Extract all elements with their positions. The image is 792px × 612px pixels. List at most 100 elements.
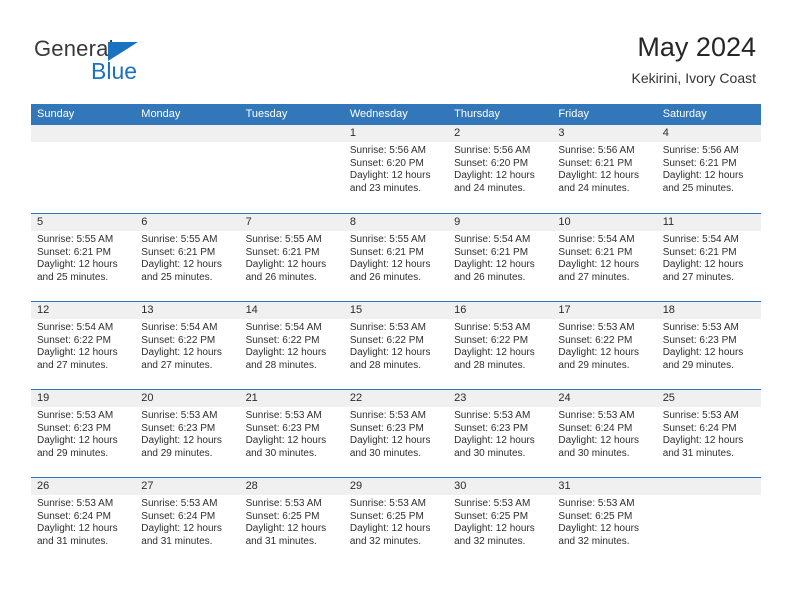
day-number: 22 <box>343 390 449 407</box>
calendar-day-cell[interactable]: 1 Sunrise: 5:56 AM Sunset: 6:20 PM Daylight… <box>343 125 449 213</box>
day-detail-line: Sunrise: 5:55 AM <box>141 234 218 245</box>
day-detail-line: and 29 minutes. <box>558 359 630 371</box>
day-detail-line: Sunset: 6:23 PM <box>349 422 424 434</box>
calendar-day-cell[interactable]: 15 Sunrise: 5:53 AM Sunset: 6:22 PM Dayligh… <box>343 302 449 389</box>
calendar-day-cell[interactable]: 13 Sunrise: 5:54 AM Sunset: 6:22 PM Dayligh… <box>135 302 240 389</box>
day-number <box>239 125 344 142</box>
day-number: 21 <box>239 390 344 407</box>
calendar-day-cell[interactable]: 18 Sunrise: 5:53 AM Sunset: 6:23 PM Dayligh… <box>656 302 761 389</box>
calendar-day-cell[interactable]: 30 Sunrise: 5:53 AM Sunset: 6:25 PM Dayligh… <box>448 478 553 565</box>
calendar-day-cell[interactable]: 17 Sunrise: 5:53 AM Sunset: 6:22 PM Dayligh… <box>552 302 657 389</box>
general-blue-logo[interactable]: General Blue <box>34 36 214 88</box>
day-detail-line: Daylight: 12 hours <box>37 435 118 447</box>
day-number: 15 <box>343 302 449 319</box>
calendar-day-cell[interactable]: 9 Sunrise: 5:54 AM Sunset: 6:21 PM Daylight… <box>448 214 553 301</box>
page-header: General Blue May 2024 Kekirini, Ivory Co… <box>0 0 792 100</box>
day-detail-line: Sunrise: 5:53 AM <box>349 498 426 509</box>
calendar-day-cell[interactable]: 25 Sunrise: 5:53 AM Sunset: 6:24 PM Dayligh… <box>656 390 761 477</box>
day-detail-line: Sunset: 6:21 PM <box>349 246 424 258</box>
calendar-day-cell[interactable]: 11 Sunrise: 5:54 AM Sunset: 6:21 PM Dayligh… <box>656 214 761 301</box>
day-detail-line: Sunset: 6:22 PM <box>558 334 633 346</box>
day-detail-line: Daylight: 12 hours <box>349 259 431 271</box>
day-details: Sunrise: 5:53 AM Sunset: 6:23 PM Daylight:… <box>448 407 552 460</box>
day-details: Sunrise: 5:55 AM Sunset: 6:21 PM Daylight:… <box>135 231 239 284</box>
day-detail-line: and 27 minutes. <box>662 271 734 283</box>
day-detail-line: and 32 minutes. <box>454 535 526 547</box>
day-number: 25 <box>656 390 761 407</box>
day-number: 19 <box>31 390 136 407</box>
calendar-day-cell[interactable]: 10 Sunrise: 5:54 AM Sunset: 6:21 PM Dayligh… <box>552 214 657 301</box>
calendar-day-cell[interactable]: 6 Sunrise: 5:55 AM Sunset: 6:21 PM Daylight… <box>135 214 240 301</box>
calendar-day-cell-empty <box>31 125 136 213</box>
day-detail-line: Sunrise: 5:53 AM <box>558 322 635 333</box>
day-detail-line: Sunrise: 5:53 AM <box>662 322 739 333</box>
calendar-day-cell[interactable]: 4 Sunrise: 5:56 AM Sunset: 6:21 PM Daylight… <box>656 125 761 213</box>
calendar-day-cell[interactable]: 29 Sunrise: 5:53 AM Sunset: 6:25 PM Dayligh… <box>343 478 449 565</box>
day-detail-line: Sunset: 6:21 PM <box>37 246 111 258</box>
calendar-day-cell[interactable]: 28 Sunrise: 5:53 AM Sunset: 6:25 PM Dayligh… <box>239 478 344 565</box>
day-detail-line: and 25 minutes. <box>37 271 109 283</box>
day-detail-line: and 30 minutes. <box>558 447 630 459</box>
day-number: 18 <box>656 302 761 319</box>
day-detail-line: Sunset: 6:24 PM <box>37 510 111 522</box>
day-detail-line: and 31 minutes. <box>141 535 213 547</box>
day-detail-line: Daylight: 12 hours <box>454 435 535 447</box>
calendar-day-cell[interactable]: 19 Sunrise: 5:53 AM Sunset: 6:23 PM Dayligh… <box>31 390 136 477</box>
calendar-day-cell[interactable]: 2 Sunrise: 5:56 AM Sunset: 6:20 PM Daylight… <box>448 125 553 213</box>
calendar-day-cell[interactable]: 12 Sunrise: 5:54 AM Sunset: 6:22 PM Dayligh… <box>31 302 136 389</box>
calendar-day-cell[interactable]: 16 Sunrise: 5:53 AM Sunset: 6:22 PM Dayligh… <box>448 302 553 389</box>
calendar-day-cell[interactable]: 5 Sunrise: 5:55 AM Sunset: 6:21 PM Daylight… <box>31 214 136 301</box>
day-detail-line: Sunrise: 5:53 AM <box>141 410 218 421</box>
calendar-day-cell[interactable]: 26 Sunrise: 5:53 AM Sunset: 6:24 PM Dayligh… <box>31 478 136 565</box>
calendar-day-cell[interactable]: 20 Sunrise: 5:53 AM Sunset: 6:23 PM Dayligh… <box>135 390 240 477</box>
day-detail-line: Sunset: 6:20 PM <box>454 157 529 169</box>
day-of-week-wednesday: Wednesday <box>349 108 408 120</box>
calendar-day-cell[interactable]: 22 Sunrise: 5:53 AM Sunset: 6:23 PM Dayligh… <box>343 390 449 477</box>
day-number: 27 <box>135 478 240 495</box>
day-number: 28 <box>239 478 344 495</box>
day-detail-line: Daylight: 12 hours <box>454 347 535 359</box>
logo-text-blue: Blue <box>91 58 138 84</box>
calendar-day-cell[interactable]: 31 Sunrise: 5:53 AM Sunset: 6:25 PM Dayligh… <box>552 478 657 565</box>
calendar-day-cell[interactable]: 7 Sunrise: 5:55 AM Sunset: 6:21 PM Daylight… <box>239 214 344 301</box>
day-number: 7 <box>239 214 344 231</box>
day-detail-line: and 32 minutes. <box>349 535 422 547</box>
calendar-week-row: 26 Sunrise: 5:53 AM Sunset: 6:24 PM Dayligh… <box>31 477 761 565</box>
day-detail-line: Daylight: 12 hours <box>558 435 640 447</box>
day-detail-line: Sunrise: 5:55 AM <box>37 234 114 245</box>
day-detail-line: Daylight: 12 hours <box>558 523 640 535</box>
day-detail-line: Daylight: 12 hours <box>662 435 744 447</box>
day-details: Sunrise: 5:53 AM Sunset: 6:25 PM Daylight:… <box>344 495 448 548</box>
day-details: Sunrise: 5:56 AM Sunset: 6:20 PM Daylight:… <box>448 142 552 195</box>
day-detail-line: Daylight: 12 hours <box>349 347 431 359</box>
calendar-day-cell[interactable]: 23 Sunrise: 5:53 AM Sunset: 6:23 PM Dayligh… <box>448 390 553 477</box>
day-detail-line: Daylight: 12 hours <box>141 259 222 271</box>
day-detail-line: Sunrise: 5:56 AM <box>558 145 635 156</box>
day-detail-line: Sunrise: 5:53 AM <box>349 322 426 333</box>
calendar-day-cell[interactable]: 21 Sunrise: 5:53 AM Sunset: 6:23 PM Dayligh… <box>239 390 344 477</box>
day-detail-line: Sunrise: 5:54 AM <box>454 234 531 245</box>
day-number: 4 <box>656 125 761 142</box>
day-number: 1 <box>343 125 449 142</box>
day-details: Sunrise: 5:54 AM Sunset: 6:22 PM Daylight:… <box>135 319 239 372</box>
day-number: 31 <box>552 478 657 495</box>
calendar-day-cell[interactable]: 3 Sunrise: 5:56 AM Sunset: 6:21 PM Daylight… <box>552 125 657 213</box>
day-details: Sunrise: 5:53 AM Sunset: 6:23 PM Daylight:… <box>135 407 239 460</box>
day-detail-line: Daylight: 12 hours <box>37 259 118 271</box>
day-number: 20 <box>135 390 240 407</box>
day-number: 2 <box>448 125 553 142</box>
calendar-day-cell[interactable]: 27 Sunrise: 5:53 AM Sunset: 6:24 PM Dayligh… <box>135 478 240 565</box>
day-number <box>656 478 761 495</box>
day-details: Sunrise: 5:53 AM Sunset: 6:25 PM Daylight:… <box>240 495 344 548</box>
title-block: May 2024 Kekirini, Ivory Coast <box>632 30 756 89</box>
calendar-day-cell-empty <box>656 478 761 565</box>
calendar-day-cell[interactable]: 24 Sunrise: 5:53 AM Sunset: 6:24 PM Dayligh… <box>552 390 657 477</box>
calendar-day-cell[interactable]: 8 Sunrise: 5:55 AM Sunset: 6:21 PM Daylight… <box>343 214 449 301</box>
day-of-week-saturday: Saturday <box>662 108 707 120</box>
calendar-day-cell[interactable]: 14 Sunrise: 5:54 AM Sunset: 6:22 PM Dayligh… <box>239 302 344 389</box>
day-details: Sunrise: 5:53 AM Sunset: 6:22 PM Daylight:… <box>344 319 448 372</box>
day-detail-line: Sunset: 6:21 PM <box>558 157 633 169</box>
day-detail-line: Sunset: 6:22 PM <box>349 334 424 346</box>
page-title: May 2024 <box>637 32 756 62</box>
day-details: Sunrise: 5:53 AM Sunset: 6:23 PM Daylight:… <box>657 319 761 372</box>
